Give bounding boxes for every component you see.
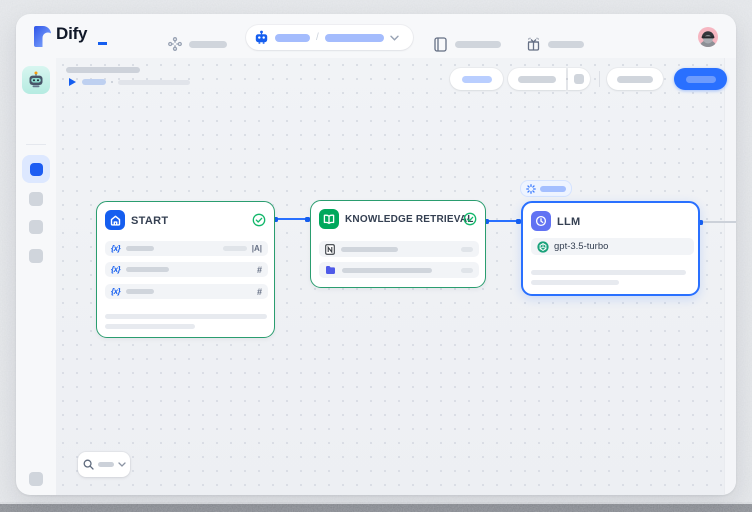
placeholder-bar — [455, 41, 501, 48]
chevron-down-icon — [118, 462, 126, 467]
edge-llm-outgoing — [700, 221, 736, 223]
llm-icon — [531, 211, 551, 231]
placeholder-bar — [82, 79, 106, 85]
check-circle-icon — [252, 213, 266, 227]
variable-row: {x} # — [105, 284, 268, 299]
toolbar-features-button[interactable] — [450, 68, 503, 90]
model-row: gpt-3.5-turbo — [531, 238, 694, 255]
variable-icon: {x} — [111, 287, 120, 296]
placeholder-bar — [617, 76, 653, 83]
app-icon[interactable] — [22, 66, 50, 94]
placeholder-bar — [540, 186, 566, 192]
active-item-glyph — [30, 163, 43, 176]
variable-row: {x} # — [105, 262, 268, 277]
sidebar-divider — [26, 144, 46, 145]
chevron-down-icon — [390, 35, 399, 41]
sidebar — [16, 58, 56, 495]
variable-icon: {x} — [111, 244, 120, 253]
logo-underscore — [98, 42, 107, 45]
placeholder-bar — [118, 80, 190, 85]
node-llm[interactable]: LLM gpt-3.5-turbo — [521, 201, 700, 296]
toolbar-publish-menu-button[interactable] — [607, 68, 663, 90]
dify-logo-icon — [34, 26, 51, 47]
placeholder-bar — [325, 34, 384, 42]
dot-separator — [111, 81, 113, 83]
folder-icon — [325, 265, 336, 275]
screen: Dify / — [0, 0, 752, 512]
zoom-control[interactable] — [78, 452, 130, 477]
home-icon — [105, 210, 125, 230]
variable-type: # — [257, 265, 262, 275]
placeholder-bar — [462, 76, 492, 83]
dataset-row — [319, 262, 479, 278]
app-header: Dify / — [16, 14, 736, 58]
app-robot-icon — [26, 70, 46, 90]
sidebar-item[interactable] — [29, 220, 43, 234]
open-book-icon — [319, 209, 339, 229]
avatar[interactable] — [698, 27, 718, 47]
placeholder-bar — [461, 247, 473, 252]
check-circle-icon — [463, 212, 477, 226]
placeholder-bar — [548, 41, 584, 48]
spinner-icon — [526, 184, 536, 194]
model-name: gpt-3.5-turbo — [554, 241, 608, 252]
node-title: LLM — [557, 216, 581, 228]
dataset-row — [319, 241, 479, 257]
placeholder-bar — [518, 76, 556, 83]
placeholder-bar — [105, 314, 267, 319]
sidebar-item-active[interactable] — [22, 155, 50, 183]
sidebar-item[interactable] — [29, 192, 43, 206]
variable-type: # — [257, 287, 262, 297]
toolbar-divider — [599, 71, 600, 87]
run-status-row — [68, 77, 190, 87]
workflow-title-placeholder — [66, 67, 140, 73]
docs-button[interactable] — [434, 37, 501, 52]
placeholder-bar — [126, 289, 154, 294]
notion-icon — [325, 244, 335, 255]
variable-row: {x} |A| — [105, 241, 268, 256]
whats-new-button[interactable] — [527, 37, 584, 51]
placeholder-bar — [342, 268, 432, 273]
openai-icon — [537, 241, 549, 253]
placeholder-bar — [531, 280, 619, 285]
node-knowledge-retrieval[interactable]: KNOWLEDGE RETRIEVAL — [310, 200, 486, 288]
placeholder-bar — [189, 41, 227, 48]
gift-icon — [527, 37, 540, 51]
placeholder-bar — [126, 246, 154, 251]
placeholder-bar — [531, 270, 686, 275]
logo-text: Dify — [56, 24, 87, 44]
variable-icon: {x} — [111, 265, 120, 274]
placeholder-bar — [341, 247, 398, 252]
node-running-badge — [520, 180, 572, 197]
workflow-canvas[interactable]: START {x} |A| {x} # { — [56, 58, 724, 495]
avatar-figure — [698, 27, 718, 47]
placeholder-bar — [686, 76, 716, 83]
book-icon — [434, 37, 447, 52]
breadcrumb-separator: / — [316, 32, 319, 43]
exchange-button[interactable] — [168, 37, 227, 51]
app-breadcrumb-pill[interactable]: / — [246, 25, 413, 50]
variable-type: |A| — [252, 244, 262, 253]
play-icon[interactable] — [68, 77, 77, 87]
node-title: START — [131, 215, 168, 227]
placeholder-square — [574, 74, 584, 84]
robot-icon — [254, 30, 269, 45]
app-window: Dify / — [16, 14, 736, 495]
placeholder-bar — [275, 34, 310, 42]
right-panel-strip — [724, 58, 736, 495]
placeholder-bar — [105, 324, 195, 329]
toolbar-publish-button[interactable] — [674, 68, 727, 90]
search-icon — [83, 459, 94, 470]
toolbar-preview-button[interactable] — [568, 68, 590, 90]
placeholder-bar — [223, 246, 247, 251]
toolbar-run-history-button[interactable] — [508, 68, 566, 90]
placeholder-bar — [461, 268, 473, 273]
placeholder-bar — [126, 267, 169, 272]
sidebar-item-bottom[interactable] — [29, 472, 43, 486]
exchange-icon — [168, 37, 182, 51]
node-title: KNOWLEDGE RETRIEVAL — [345, 214, 474, 225]
sidebar-item[interactable] — [29, 249, 43, 263]
zoom-level-placeholder — [98, 462, 114, 467]
node-start[interactable]: START {x} |A| {x} # { — [96, 201, 275, 338]
